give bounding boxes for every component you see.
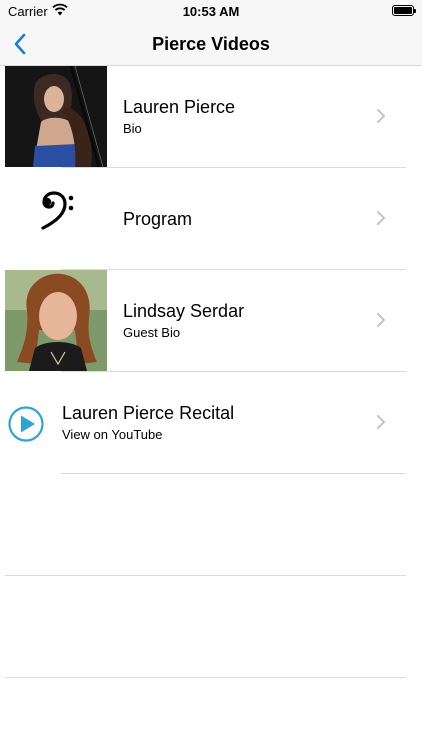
row-title: Lindsay Serdar xyxy=(123,300,245,321)
video-list: Lauren Pierce Bio Program Lindsay Serdar… xyxy=(0,66,422,678)
lauren-pierce-photo xyxy=(5,66,107,167)
status-bar: Carrier 10:53 AM xyxy=(0,0,422,22)
play-circle-icon xyxy=(8,406,44,442)
chevron-right-icon xyxy=(377,313,385,327)
page-title: Pierce Videos xyxy=(152,34,270,54)
list-item-lindsay-serdar-bio[interactable]: Lindsay Serdar Guest Bio xyxy=(0,270,422,372)
row-subtitle: Guest Bio xyxy=(123,324,181,340)
battery-icon xyxy=(392,5,416,16)
empty-row xyxy=(0,474,422,576)
row-subtitle: View on YouTube xyxy=(62,426,163,442)
list-item-lauren-pierce-bio[interactable]: Lauren Pierce Bio xyxy=(0,66,422,168)
clock: 10:53 AM xyxy=(182,4,240,19)
row-subtitle: Bio xyxy=(123,120,142,136)
chevron-right-icon xyxy=(377,415,385,429)
navigation-bar: Pierce Videos xyxy=(0,22,422,66)
list-item-recital-youtube[interactable]: Lauren Pierce Recital View on YouTube xyxy=(0,372,422,474)
chevron-right-icon xyxy=(377,211,385,225)
empty-row xyxy=(0,576,422,678)
chevron-right-icon xyxy=(377,109,385,123)
row-title: Lauren Pierce xyxy=(123,96,236,117)
row-title: Program xyxy=(123,208,193,229)
lindsay-serdar-photo xyxy=(5,270,107,371)
row-separator xyxy=(5,677,406,678)
list-item-program[interactable]: Program xyxy=(0,168,422,270)
bass-clef-icon xyxy=(5,168,107,269)
row-title: Lauren Pierce Recital xyxy=(62,402,235,423)
